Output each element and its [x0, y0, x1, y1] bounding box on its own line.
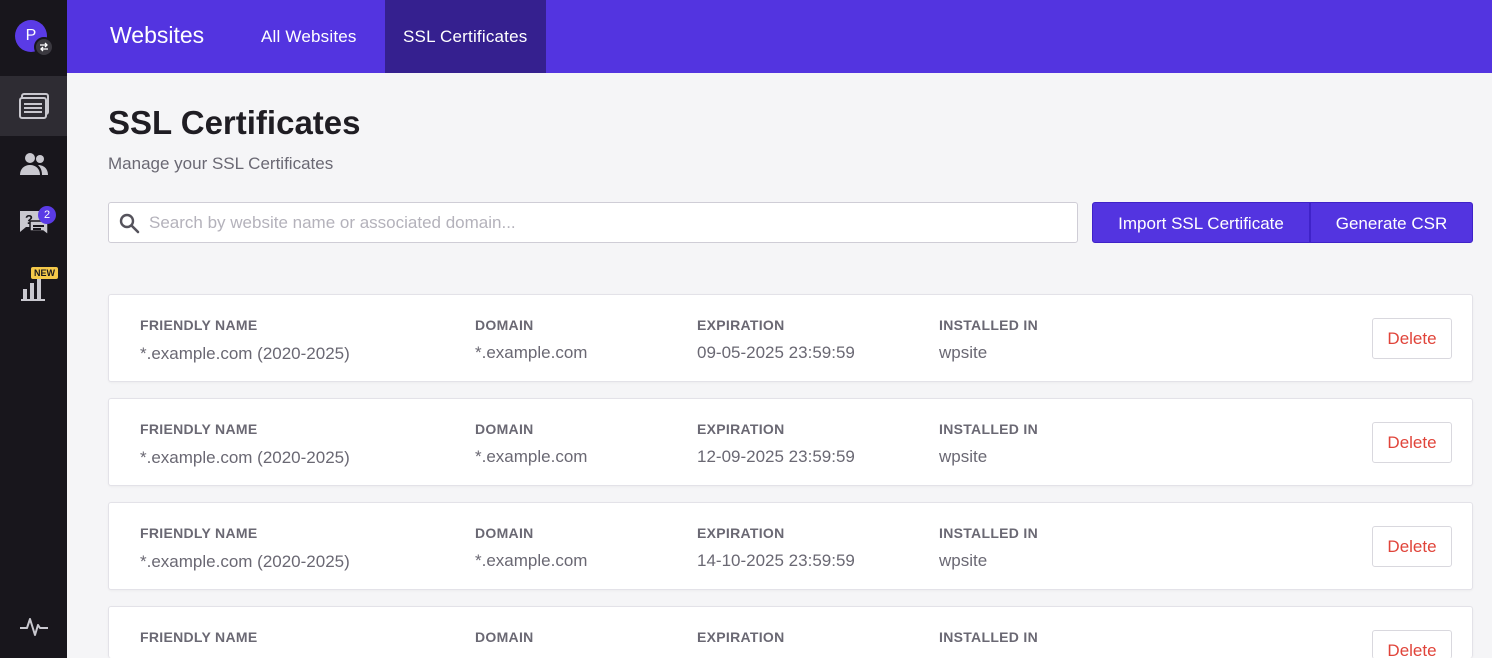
activity-pulse-icon: [19, 618, 48, 636]
friendly-name-value: *.example.com (2020-2025): [140, 552, 350, 571]
installed-in-label: INSTALLED IN: [939, 525, 1039, 541]
friendly-name-value: *.example.com (2020-2025): [140, 344, 350, 363]
expiration-label: EXPIRATION: [697, 317, 785, 333]
certificate-card: FRIENDLY NAME *.example.com (2020-2025) D…: [108, 294, 1473, 382]
expiration-label: EXPIRATION: [697, 421, 785, 437]
switch-account-icon[interactable]: [34, 37, 54, 57]
friendly-name-value: *.example.com (2020-2025): [140, 448, 350, 467]
delete-button[interactable]: Delete: [1372, 630, 1452, 658]
domain-label: DOMAIN: [475, 629, 534, 645]
sidebar-item-activity[interactable]: [0, 606, 67, 646]
domain-label: DOMAIN: [475, 317, 534, 333]
friendly-name-label: FRIENDLY NAME: [140, 629, 258, 645]
installed-in-label: INSTALLED IN: [939, 317, 1039, 333]
delete-button[interactable]: Delete: [1372, 318, 1452, 359]
sidebar-item-analytics[interactable]: [0, 256, 67, 316]
page-title: SSL Certificates: [108, 104, 361, 141]
new-badge: NEW: [31, 267, 58, 279]
domain-value: *.example.com: [475, 447, 588, 466]
expiration-value: 12-09-2025 23:59:59: [697, 447, 855, 466]
search-box: [108, 202, 1078, 243]
certificate-card: FRIENDLY NAME *.example.com (2020-2025) D…: [108, 502, 1473, 590]
certificate-card: FRIENDLY NAME *.example.com (2020-2025) D…: [108, 398, 1473, 486]
sidebar-item-support[interactable]: ?: [0, 194, 67, 254]
domain-label: DOMAIN: [475, 421, 534, 437]
domain-label: DOMAIN: [475, 525, 534, 541]
delete-button[interactable]: Delete: [1372, 526, 1452, 567]
brand-title: Websites: [110, 22, 205, 48]
search-input[interactable]: [149, 203, 1069, 242]
installed-in-value: wpsite: [939, 343, 988, 362]
expiration-label: EXPIRATION: [697, 629, 785, 645]
websites-icon: [18, 93, 49, 119]
expiration-value: 14-10-2025 23:59:59: [697, 551, 855, 570]
domain-value: *.example.com: [475, 343, 588, 362]
search-icon: [119, 213, 140, 234]
friendly-name-label: FRIENDLY NAME: [140, 421, 258, 437]
tab-ssl-certificates[interactable]: SSL Certificates: [385, 0, 546, 73]
friendly-name-label: FRIENDLY NAME: [140, 317, 258, 333]
expiration-value: 09-05-2025 23:59:59: [697, 343, 855, 362]
top-navigation: Websites All Websites SSL Certificates: [67, 0, 1492, 73]
sidebar-item-users[interactable]: [0, 134, 67, 194]
import-ssl-certificate-button[interactable]: Import SSL Certificate: [1092, 202, 1310, 243]
installed-in-label: INSTALLED IN: [939, 629, 1039, 645]
generate-csr-button[interactable]: Generate CSR: [1310, 202, 1473, 243]
friendly-name-label: FRIENDLY NAME: [140, 525, 258, 541]
expiration-label: EXPIRATION: [697, 525, 785, 541]
users-icon: [19, 153, 48, 175]
installed-in-label: INSTALLED IN: [939, 421, 1039, 437]
delete-button[interactable]: Delete: [1372, 422, 1452, 463]
support-badge: 2: [38, 206, 56, 224]
sidebar: P ? 2 NEW: [0, 0, 67, 658]
page-subtitle: Manage your SSL Certificates: [108, 154, 334, 173]
domain-value: *.example.com: [475, 551, 588, 570]
installed-in-value: wpsite: [939, 551, 988, 570]
certificate-card: FRIENDLY NAME DOMAIN EXPIRATION INSTALLE…: [108, 606, 1473, 658]
tab-all-websites[interactable]: All Websites: [243, 0, 375, 73]
sidebar-item-websites[interactable]: [0, 76, 67, 136]
installed-in-value: wpsite: [939, 447, 988, 466]
